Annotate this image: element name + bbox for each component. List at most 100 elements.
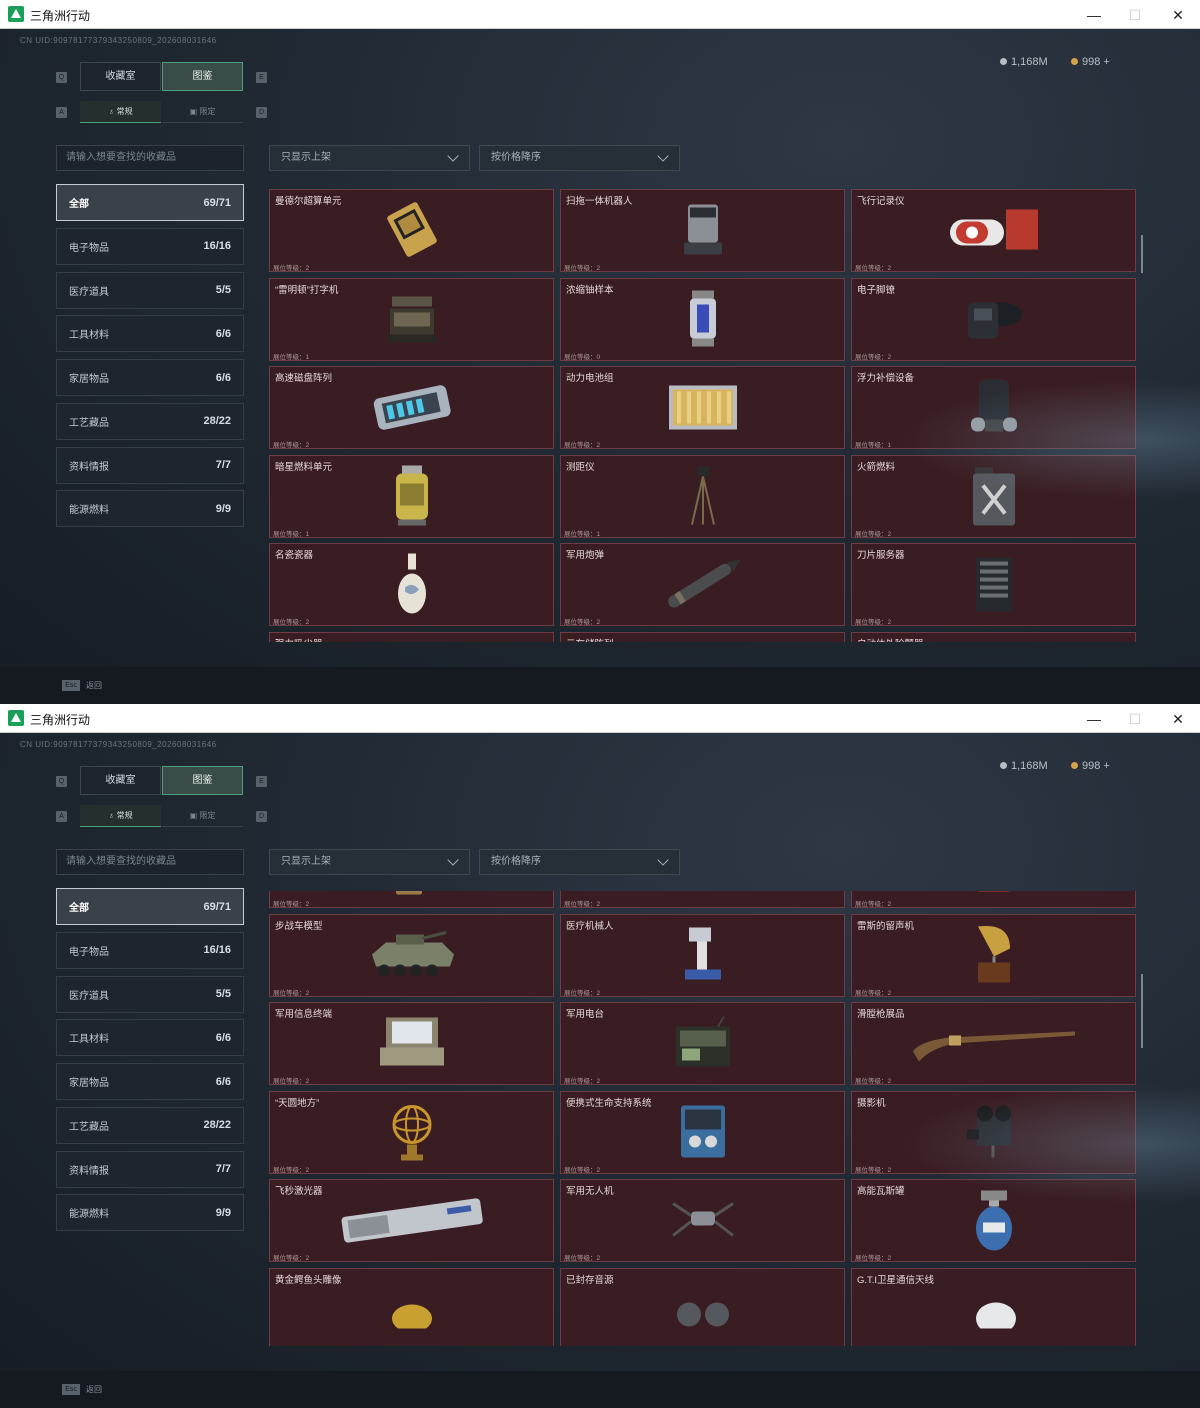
buoyancy-device-icon	[967, 374, 1021, 445]
esc-key-hint[interactable]: Esc	[62, 1384, 80, 1395]
tab-limited[interactable]: ▣ 限定	[162, 101, 243, 123]
back-label[interactable]: 返回	[86, 1384, 102, 1395]
sort-price-dropdown[interactable]: 按价格降序	[479, 849, 680, 875]
category-item[interactable]: 工艺藏品 28/22	[56, 1106, 244, 1144]
military-radio-icon	[672, 1015, 734, 1076]
close-button[interactable]: ✕	[1165, 709, 1191, 729]
collection-card[interactable]: 电子脚镣 展位等级：2	[851, 277, 1136, 361]
maximize-button[interactable]: ☐	[1122, 709, 1148, 729]
category-count: 16/16	[203, 240, 231, 253]
collection-card[interactable]: 暗星燃料单元 展位等级：1	[269, 454, 554, 538]
currency-gold[interactable]: 998 +	[1071, 56, 1110, 68]
key-hint-q: Q	[56, 72, 67, 83]
search-input[interactable]: 请输入想要查找的收藏品	[56, 849, 244, 875]
collection-card[interactable]: G.T.I卫星通信天线	[851, 1267, 1136, 1346]
collection-card[interactable]: 名瓷瓷器 展位等级：2	[269, 543, 554, 626]
collection-card[interactable]: 黄金鳄鱼头雕像	[269, 1267, 554, 1346]
collection-card[interactable]: 浮力补偿设备 展位等级：1	[851, 366, 1136, 449]
item-name: 测距仪	[566, 461, 595, 473]
currency-gold[interactable]: 998 +	[1071, 760, 1110, 772]
sort-price-label: 按价格降序	[491, 856, 541, 867]
tab-regular[interactable]: ♁ 常规	[80, 805, 161, 827]
collection-card[interactable]: 高速磁盘阵列 展位等级：2	[269, 366, 554, 449]
tab-limited[interactable]: ▣ 限定	[162, 805, 243, 827]
collection-card[interactable]: 步战车模型 展位等级：2	[269, 913, 554, 997]
collection-card[interactable]: 强力吸尘器	[269, 631, 554, 642]
category-item[interactable]: 能源燃料 9/9	[56, 490, 244, 528]
search-input[interactable]: 请输入想要查找的收藏品	[56, 145, 244, 171]
sort-price-dropdown[interactable]: 按价格降序	[479, 145, 680, 171]
item-level: 展位等级：2	[855, 989, 892, 997]
collection-card[interactable]: 便携式生命支持系统 展位等级：2	[560, 1090, 845, 1174]
grid-scrollbar[interactable]	[1141, 974, 1143, 1048]
category-item[interactable]: 电子物品 16/16	[56, 227, 244, 265]
collection-card[interactable]: 摄影机 展位等级：2	[851, 1090, 1136, 1174]
chevron-down-icon	[657, 150, 669, 162]
collection-card[interactable]: 高能瓦斯罐 展位等级：2	[851, 1179, 1136, 1262]
collection-card[interactable]: 军用信息终端 展位等级：2	[269, 1002, 554, 1085]
collection-card[interactable]: 自动体外除颤器	[851, 631, 1136, 642]
collection-card[interactable]: 飞行记录仪 展位等级：2	[851, 189, 1136, 272]
tab-limited-label: 限定	[199, 811, 216, 820]
grid-scrollbar[interactable]	[1141, 235, 1143, 273]
collection-card[interactable]: 云存储阵列	[560, 631, 845, 642]
close-button[interactable]: ✕	[1165, 5, 1191, 25]
collection-card[interactable]: 曼德尔超算单元 展位等级：2	[269, 189, 554, 272]
collection-card[interactable]: “雷明顿”打字机 展位等级：1	[269, 277, 554, 361]
category-item[interactable]: 家居物品 6/6	[56, 359, 244, 396]
collection-card[interactable]: 雷斯的留声机 展位等级：2	[851, 913, 1136, 997]
category-item[interactable]: 能源燃料 9/9	[56, 1194, 244, 1232]
category-item[interactable]: 医疗道具 5/5	[56, 975, 244, 1013]
collection-card[interactable]: 浓缩铀样本 展位等级：0	[560, 277, 845, 361]
collection-card[interactable]: 飞秒激光器 展位等级：2	[269, 1179, 554, 1262]
collection-card[interactable]: 火箭燃料 展位等级：2	[851, 454, 1136, 538]
maximize-button[interactable]: ☐	[1122, 5, 1148, 25]
category-item[interactable]: 电子物品 16/16	[56, 931, 244, 969]
collection-card[interactable]: 军用炮弹 展位等级：2	[560, 543, 845, 626]
collection-card[interactable]: 军用电台 展位等级：2	[560, 1002, 845, 1085]
defibrillator-icon	[972, 891, 1016, 901]
item-level: 展位等级：2	[564, 442, 601, 449]
esc-key-hint[interactable]: Esc	[62, 680, 80, 691]
category-item[interactable]: 工具材料 6/6	[56, 1019, 244, 1057]
category-item[interactable]: 医疗道具 5/5	[56, 271, 244, 309]
category-item[interactable]: 全部 69/71	[56, 184, 244, 221]
collection-card[interactable]: “天圆地方” 展位等级：2	[269, 1090, 554, 1174]
item-level: 展位等级：2	[564, 1255, 601, 1262]
laser-icon	[338, 1194, 486, 1251]
tab-collection-room[interactable]: 收藏室	[80, 62, 161, 91]
category-count: 69/71	[203, 900, 231, 913]
item-level: 展位等级：2	[273, 619, 310, 626]
filter-listed-dropdown[interactable]: 只显示上架	[269, 849, 470, 875]
collection-card[interactable]: 已封存音源	[560, 1267, 845, 1346]
collection-card[interactable]: 军用无人机 展位等级：2	[560, 1179, 845, 1262]
item-level: 展位等级：2	[564, 1078, 601, 1085]
category-label: 全部	[69, 903, 89, 914]
filter-listed-dropdown[interactable]: 只显示上架	[269, 145, 470, 171]
category-item[interactable]: 工具材料 6/6	[56, 315, 244, 353]
minimize-button[interactable]: —	[1081, 5, 1107, 25]
collection-card[interactable]: 刀片服务器 展位等级：2	[851, 543, 1136, 626]
category-item[interactable]: 家居物品 6/6	[56, 1063, 244, 1100]
category-item[interactable]: 全部 69/71	[56, 888, 244, 925]
collection-card[interactable]: 扫拖一体机器人 展位等级：2	[560, 189, 845, 272]
tab-catalog[interactable]: 图鉴	[162, 766, 243, 795]
tab-catalog[interactable]: 图鉴	[162, 62, 243, 91]
item-name: 步战车模型	[275, 920, 323, 932]
collection-card[interactable]: 展位等级：2	[560, 891, 845, 908]
category-item[interactable]: 资料情报 7/7	[56, 446, 244, 484]
uranium-canister-icon	[686, 286, 720, 355]
collection-card[interactable]: 测距仪 展位等级：1	[560, 454, 845, 538]
currency-gold-value: 998 +	[1082, 760, 1110, 772]
back-label[interactable]: 返回	[86, 680, 102, 691]
tab-collection-room[interactable]: 收藏室	[80, 766, 161, 795]
collection-card[interactable]: 动力电池组 展位等级：2	[560, 366, 845, 449]
collection-card[interactable]: 展位等级：2	[269, 891, 554, 908]
minimize-button[interactable]: —	[1081, 709, 1107, 729]
collection-card[interactable]: 滑膛枪展品 展位等级：2	[851, 1002, 1136, 1085]
category-item[interactable]: 资料情报 7/7	[56, 1150, 244, 1188]
tab-regular[interactable]: ♁ 常规	[80, 101, 161, 123]
collection-card[interactable]: 医疗机械人 展位等级：2	[560, 913, 845, 997]
collection-card[interactable]: 展位等级：2	[851, 891, 1136, 908]
category-item[interactable]: 工艺藏品 28/22	[56, 402, 244, 440]
